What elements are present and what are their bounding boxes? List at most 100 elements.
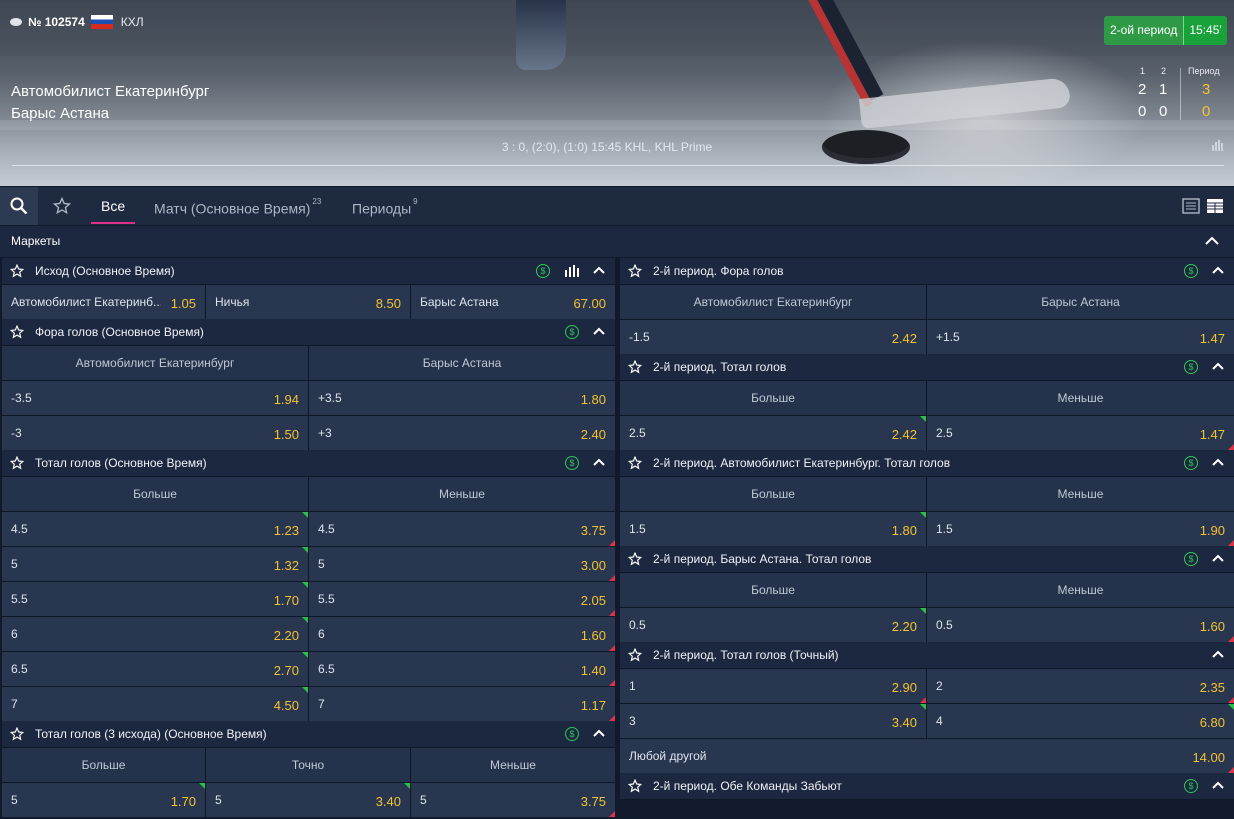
odds-cell[interactable]: 3 3.40 (620, 704, 926, 738)
team-names: Автомобилист Екатеринбург Барыс Астана (11, 81, 209, 125)
chevron-up-icon[interactable] (1212, 781, 1224, 790)
star-icon[interactable] (628, 264, 642, 278)
cashout-icon: $ (1184, 360, 1198, 374)
market-title: 2-й период. Барыс Астана. Тотал голов (653, 552, 872, 566)
odds-cell[interactable]: 2 2.35 (927, 669, 1234, 703)
odds-cell[interactable]: 2.5 2.42 (620, 416, 926, 450)
odds-cell[interactable]: 2.5 1.47 (927, 416, 1234, 450)
market-header[interactable]: 2-й период. Фора голов $ (620, 258, 1234, 285)
chevron-up-icon[interactable] (593, 458, 605, 467)
odds-cell[interactable]: 4.5 1.23 (2, 512, 308, 546)
market-header[interactable]: 2-й период. Тотал голов $ (620, 354, 1234, 381)
market-header[interactable]: Тотал голов (Основное Время) $ (2, 450, 615, 477)
column-header: Больше (620, 381, 926, 415)
star-icon[interactable] (628, 779, 642, 793)
odds-cell[interactable]: 7 1.17 (309, 687, 615, 721)
chevron-up-icon[interactable] (593, 327, 605, 336)
chevron-up-icon[interactable] (1212, 458, 1224, 467)
odds-cell[interactable]: 5 1.70 (2, 783, 205, 817)
cashout-icon: $ (1184, 552, 1198, 566)
odds-up-indicator (199, 783, 205, 789)
odds-down-indicator (609, 575, 615, 581)
chevron-up-icon[interactable] (593, 729, 605, 738)
odds-cell[interactable]: 6.5 1.40 (309, 652, 615, 686)
odds-up-indicator (302, 687, 308, 693)
odds-cell[interactable]: 4.5 3.75 (309, 512, 615, 546)
odds-cell[interactable]: Автомобилист Екатеринб... 1.05 (2, 285, 205, 319)
odds-cell[interactable]: 1.5 1.80 (620, 512, 926, 546)
market-header[interactable]: 2-й период. Тотал голов (Точный) (620, 642, 1234, 669)
odds-cell[interactable]: -1.5 2.42 (620, 320, 926, 354)
market-header[interactable]: Фора голов (Основное Время) $ (2, 319, 615, 346)
statistics-icon[interactable] (1212, 139, 1224, 151)
odds-cell[interactable]: 6 1.60 (309, 617, 615, 651)
odds-cell[interactable]: 5.5 2.05 (309, 582, 615, 616)
market-header[interactable]: 2-й период. Автомобилист Екатеринбург. Т… (620, 450, 1234, 477)
odds-cell[interactable]: -3 1.50 (2, 416, 308, 450)
star-icon[interactable] (628, 648, 642, 662)
star-icon[interactable] (10, 456, 24, 470)
cashout-icon: $ (565, 325, 579, 339)
odds-cell[interactable]: +1.5 1.47 (927, 320, 1234, 354)
tab-all[interactable]: Все (91, 187, 136, 225)
star-icon[interactable] (10, 325, 24, 339)
cashout-icon: $ (1184, 779, 1198, 793)
view-toggle (1182, 197, 1224, 215)
odds-cell[interactable]: Барыс Астана 67.00 (411, 285, 615, 319)
tab-periods[interactable]: Периоды 9 (352, 187, 418, 225)
team1-name: Автомобилист Екатеринбург (11, 83, 210, 100)
odds-up-indicator (302, 617, 308, 623)
star-icon[interactable] (10, 264, 24, 278)
chevron-up-icon[interactable] (1205, 236, 1219, 246)
search-icon (10, 197, 28, 215)
odds-cell[interactable]: 5 1.32 (2, 547, 308, 581)
odds-cell[interactable]: 6 2.20 (2, 617, 308, 651)
match-id: № 102574 КХЛ (10, 15, 144, 29)
market-header[interactable]: Исход (Основное Время) $ (2, 258, 615, 285)
star-icon[interactable] (628, 552, 642, 566)
markets-header[interactable]: Маркеты (0, 226, 1234, 257)
statistics-icon[interactable] (565, 265, 579, 277)
odds-cell[interactable]: +3 2.40 (309, 416, 615, 450)
column-header: Больше (620, 573, 926, 607)
chevron-up-icon[interactable] (593, 266, 605, 275)
odds-cell[interactable]: -3.5 1.94 (2, 381, 308, 415)
market-title: Тотал голов (3 исхода) (Основное Время) (35, 727, 267, 741)
market-header[interactable]: 2-й период. Обе Команды Забьют $ (620, 773, 1234, 800)
odds-cell[interactable]: Любой другой 14.00 (620, 739, 1234, 773)
chevron-up-icon[interactable] (1212, 650, 1224, 659)
odds-cell[interactable]: 0.5 1.60 (927, 608, 1234, 642)
odds-cell[interactable]: 7 4.50 (2, 687, 308, 721)
odds-cell[interactable]: 1.5 1.90 (927, 512, 1234, 546)
odds-up-indicator (920, 416, 926, 422)
chevron-up-icon[interactable] (1212, 554, 1224, 563)
odds-cell[interactable]: 4 6.80 (927, 704, 1234, 738)
tab-match[interactable]: Матч (Основное Время) 23 (154, 187, 321, 225)
odds-cell[interactable]: 5 3.40 (206, 783, 410, 817)
star-icon[interactable] (628, 360, 642, 374)
chevron-up-icon[interactable] (1212, 362, 1224, 371)
chevron-up-icon[interactable] (1212, 266, 1224, 275)
odds-cell[interactable]: 6.5 2.70 (2, 652, 308, 686)
odds-cell[interactable]: Ничья 8.50 (206, 285, 410, 319)
odds-up-indicator (920, 512, 926, 518)
tabs-bar: Все Матч (Основное Время) 23 Периоды 9 (0, 187, 1234, 225)
odds-cell[interactable]: 5.5 1.70 (2, 582, 308, 616)
favorites-button[interactable] (46, 187, 78, 225)
odds-cell[interactable]: +3.5 1.80 (309, 381, 615, 415)
column-header: Меньше (309, 477, 615, 511)
market-header[interactable]: Тотал голов (3 исхода) (Основное Время) … (2, 721, 615, 748)
background-skate (516, 0, 566, 70)
odds-cell[interactable]: 5 3.75 (411, 783, 615, 817)
star-icon[interactable] (10, 727, 24, 741)
odds-cell[interactable]: 1 2.90 (620, 669, 926, 703)
grid-view-icon[interactable] (1206, 197, 1224, 215)
market-header[interactable]: 2-й период. Барыс Астана. Тотал голов $ (620, 546, 1234, 573)
list-view-icon[interactable] (1182, 197, 1200, 215)
search-button[interactable] (0, 187, 38, 225)
russia-flag-icon (90, 15, 113, 29)
odds-cell[interactable]: 0.5 2.20 (620, 608, 926, 642)
odds-cell[interactable]: 5 3.00 (309, 547, 615, 581)
star-icon[interactable] (628, 456, 642, 470)
cashout-icon: $ (536, 264, 550, 278)
